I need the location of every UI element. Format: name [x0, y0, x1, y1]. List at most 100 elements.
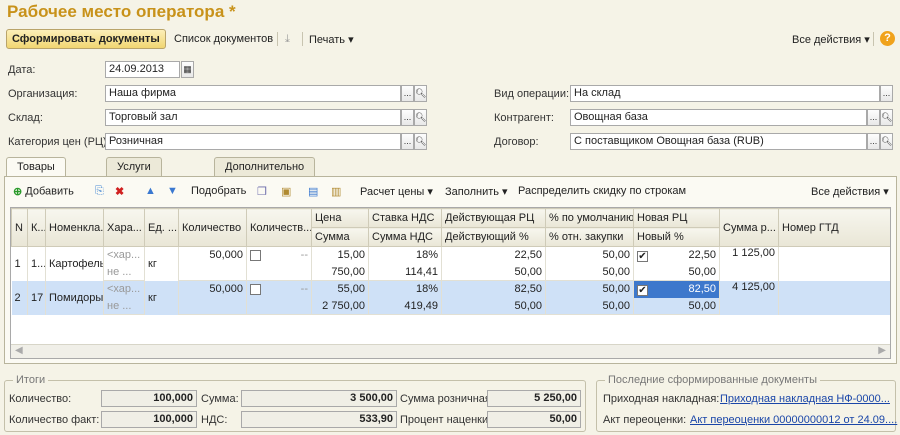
cell-unit[interactable]: кг: [144, 246, 179, 281]
cell-pct-default[interactable]: 50,00: [545, 280, 634, 298]
scroll-right-icon[interactable]: ▶: [878, 345, 886, 356]
select-ellipsis-icon[interactable]: ...: [401, 133, 414, 150]
cell-pct-default[interactable]: 50,00: [545, 246, 634, 264]
table-row-selected[interactable]: 2 17 Помидоры <хар... кг 50,000 -- 55,00…: [11, 280, 890, 315]
documents-icon[interactable]: ▤: [308, 185, 318, 198]
cell-quantity[interactable]: 50,000: [178, 246, 247, 264]
checkbox[interactable]: [250, 283, 261, 295]
horizontal-scrollbar[interactable]: ◀ ▶: [11, 344, 890, 358]
col-header-n[interactable]: N: [11, 208, 28, 247]
checkbox-checked[interactable]: ✔: [637, 250, 648, 262]
select-ellipsis-icon[interactable]: ...: [867, 133, 880, 150]
select-ellipsis-icon[interactable]: ...: [880, 85, 893, 102]
table-row[interactable]: 1 1... Картофель <хар... кг 50,000 -- 15…: [11, 246, 890, 281]
cell-vat-sum[interactable]: 114,41: [368, 263, 442, 281]
download-icon[interactable]: ⤓: [285, 33, 290, 46]
col-header-code[interactable]: К...: [27, 208, 46, 247]
tab-additional[interactable]: Дополнительно: [214, 157, 316, 176]
col-header-unit[interactable]: Ед. ...: [144, 208, 179, 247]
cell-vat-sum[interactable]: 419,49: [368, 297, 442, 315]
select-ellipsis-icon[interactable]: ...: [401, 85, 414, 102]
fill-menu[interactable]: Заполнить ▾: [445, 185, 508, 198]
col-header-pct-default[interactable]: % по умолчанию: [545, 208, 634, 228]
checkbox-checked[interactable]: ✔: [637, 284, 648, 296]
tab-services[interactable]: Услуги (0 поз.): [106, 157, 162, 209]
col-header-sum[interactable]: Сумма: [311, 227, 369, 247]
cell-new-rc-active[interactable]: ✔ 82,50: [633, 280, 720, 298]
cell-characteristic[interactable]: <хар...: [103, 246, 145, 264]
col-header-gtd-number[interactable]: Номер ГТД: [778, 208, 890, 247]
cell-vat-rate[interactable]: 18%: [368, 280, 442, 298]
scroll-left-icon[interactable]: ◀: [15, 345, 23, 356]
calendar-icon[interactable]: ▦: [181, 61, 194, 78]
cell-sum[interactable]: 2 750,00: [311, 297, 369, 315]
delete-icon[interactable]: ✖: [115, 185, 124, 198]
cell-price[interactable]: 15,00: [311, 246, 369, 264]
print-menu-button[interactable]: Печать ▾: [309, 33, 354, 46]
copy-row-icon[interactable]: ⎘: [95, 185, 104, 198]
col-header-new-rc[interactable]: Новая РЦ: [633, 208, 720, 228]
cell-item[interactable]: Картофель: [45, 246, 104, 281]
col-header-vat-rate[interactable]: Ставка НДС: [368, 208, 442, 228]
select-ellipsis-icon[interactable]: ...: [867, 109, 880, 126]
open-search-icon[interactable]: 🔍︎: [414, 85, 427, 102]
cell-unit[interactable]: кг: [144, 280, 179, 315]
cell-current-rc[interactable]: 82,50: [441, 280, 546, 298]
select-ellipsis-icon[interactable]: ...: [401, 109, 414, 126]
cell-price[interactable]: 55,00: [311, 280, 369, 298]
open-search-icon[interactable]: 🔍︎: [414, 133, 427, 150]
copy-icon[interactable]: ❐: [257, 185, 267, 198]
col-header-current-pct[interactable]: Действующий %: [441, 227, 546, 247]
cell-new-pct[interactable]: 50,00: [633, 263, 720, 281]
grid-all-actions-menu[interactable]: Все действия ▾: [811, 185, 889, 198]
col-header-current-rc[interactable]: Действующая РЦ: [441, 208, 546, 228]
col-header-sum-retail[interactable]: Сумма р...: [719, 208, 779, 247]
all-actions-menu[interactable]: Все действия ▾: [792, 33, 870, 46]
cell-quantity-fact[interactable]: --: [246, 246, 312, 264]
price-category-field[interactable]: Розничная: [105, 133, 401, 150]
cell-quantity[interactable]: 50,000: [178, 280, 247, 298]
help-icon[interactable]: ?: [880, 31, 895, 46]
price-calc-menu[interactable]: Расчет цены ▾: [360, 185, 433, 198]
col-header-price[interactable]: Цена: [311, 208, 369, 228]
cell-new-pct[interactable]: 50,00: [633, 297, 720, 315]
date-field[interactable]: 24.09.2013: [105, 61, 180, 78]
col-header-quantity-fact[interactable]: Количеств...: [246, 208, 312, 247]
col-header-pct-purchase[interactable]: % отн. закупки: [545, 227, 634, 247]
col-header-item[interactable]: Номенкла...: [45, 208, 104, 247]
cell-sum[interactable]: 750,00: [311, 263, 369, 281]
cell-current-pct[interactable]: 50,00: [441, 297, 546, 315]
open-search-icon[interactable]: 🔍︎: [880, 133, 893, 150]
col-header-new-pct[interactable]: Новый %: [633, 227, 720, 247]
invoice-link[interactable]: Приходная накладная НФ-0000...: [720, 393, 890, 405]
cell-current-rc[interactable]: 22,50: [441, 246, 546, 264]
cell-characteristic[interactable]: <хар...: [103, 280, 145, 298]
contractor-field[interactable]: Овощная база: [570, 109, 867, 126]
cell-vat-rate[interactable]: 18%: [368, 246, 442, 264]
warehouse-field[interactable]: Торговый зал: [105, 109, 401, 126]
operation-type-field[interactable]: На склад: [570, 85, 880, 102]
cell-quantity-fact[interactable]: --: [246, 280, 312, 298]
move-down-icon[interactable]: ▼: [167, 185, 178, 197]
organization-field[interactable]: Наша фирма: [105, 85, 401, 102]
paste-icon[interactable]: ▣: [281, 185, 291, 198]
contract-field[interactable]: С поставщиком Овощная база (RUB): [570, 133, 867, 150]
revaluation-link[interactable]: Акт переоценки 00000000012 от 24.09....: [690, 414, 897, 426]
move-up-icon[interactable]: ▲: [145, 185, 156, 197]
open-search-icon[interactable]: 🔍︎: [880, 109, 893, 126]
open-search-icon[interactable]: 🔍︎: [414, 109, 427, 126]
col-header-characteristic[interactable]: Хара...: [103, 208, 145, 247]
clipboard-icon[interactable]: ▥: [331, 185, 341, 198]
col-header-vat-sum[interactable]: Сумма НДС: [368, 227, 442, 247]
cell-new-rc[interactable]: ✔ 22,50: [633, 246, 720, 264]
generate-documents-button[interactable]: Сформировать документы: [6, 29, 166, 49]
cell-current-pct[interactable]: 50,00: [441, 263, 546, 281]
cell-item[interactable]: Помидоры: [45, 280, 104, 315]
cell-pct-purchase[interactable]: 50,00: [545, 263, 634, 281]
cell-pct-purchase[interactable]: 50,00: [545, 297, 634, 315]
cell-gtd-number[interactable]: [778, 246, 890, 281]
document-list-button[interactable]: Список документов: [174, 33, 273, 45]
cell-gtd-number[interactable]: [778, 280, 890, 315]
pick-button[interactable]: Подобрать: [191, 185, 246, 197]
checkbox[interactable]: [250, 249, 261, 261]
